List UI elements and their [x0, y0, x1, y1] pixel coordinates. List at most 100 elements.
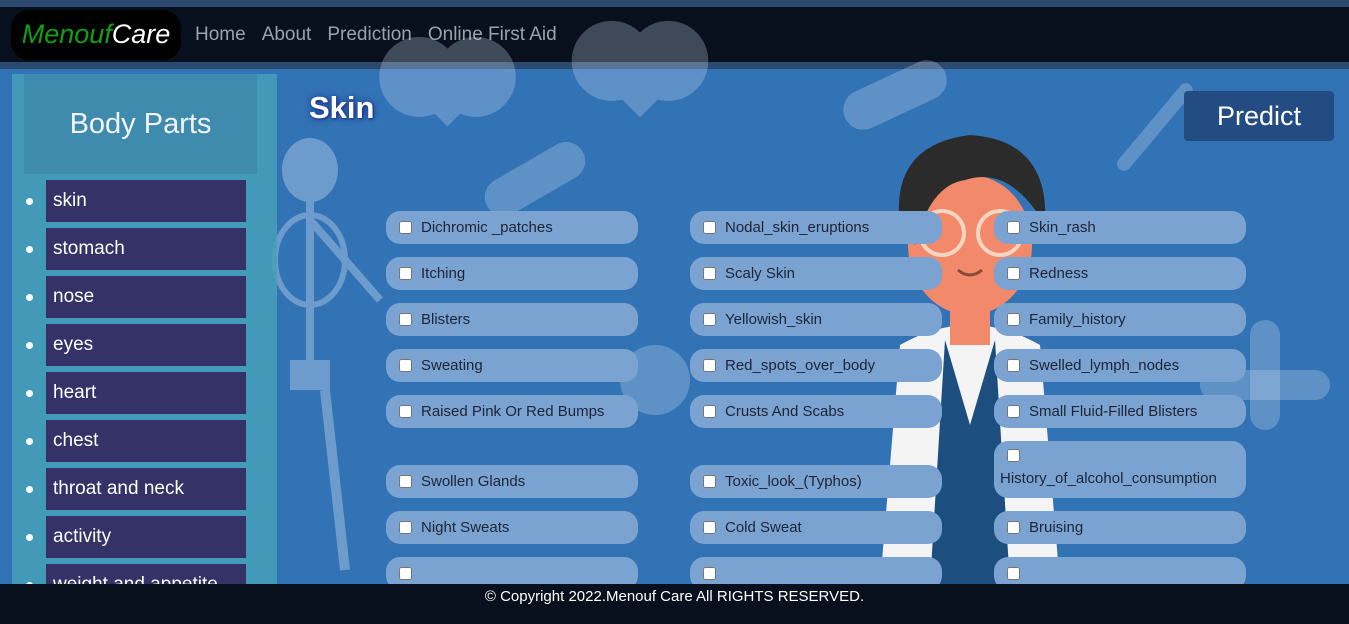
symptom-option[interactable]: Bruising — [994, 511, 1246, 544]
symptom-checkbox[interactable] — [1007, 405, 1020, 418]
symptom-checkbox[interactable] — [399, 405, 412, 418]
symptom-checkbox[interactable] — [703, 475, 716, 488]
symptom-label: Raised Pink Or Red Bumps — [421, 403, 605, 420]
bullet-icon — [26, 341, 33, 349]
body-part-throat-and-neck[interactable]: throat and neck — [46, 468, 246, 510]
bullet-icon — [26, 197, 33, 205]
copyright-text: © Copyright 2022.Menouf Care All RIGHTS … — [484, 588, 865, 605]
symptom-checkbox[interactable] — [399, 475, 412, 488]
symptom-option[interactable]: Toxic_look_(Typhos) — [690, 465, 942, 498]
symptom-checkbox[interactable] — [1007, 359, 1020, 372]
bullet-icon — [26, 245, 33, 253]
nav-links: Home About Prediction Online First Aid — [195, 24, 573, 46]
body-part-item: stomach — [12, 225, 277, 273]
body-part-activity[interactable]: activity — [46, 516, 246, 558]
symptom-checkbox[interactable] — [1007, 313, 1020, 326]
symptom-label: Night Sweats — [421, 519, 510, 536]
symptom-label: Skin_rash — [1029, 219, 1096, 236]
symptom-checkbox[interactable] — [399, 359, 412, 372]
body-part-chest[interactable]: chest — [46, 420, 246, 462]
symptom-option[interactable]: Skin_rash — [994, 211, 1246, 244]
symptom-checkbox[interactable] — [399, 521, 412, 534]
symptom-option[interactable]: Nodal_skin_eruptions — [690, 211, 942, 244]
symptom-option[interactable]: Scaly Skin — [690, 257, 942, 290]
body-part-nose[interactable]: nose — [46, 276, 246, 318]
symptom-checkbox[interactable] — [1007, 567, 1020, 580]
brand-part2: Care — [111, 19, 171, 49]
symptom-checkbox[interactable] — [399, 567, 412, 580]
symptom-checkbox[interactable] — [703, 313, 716, 326]
body-parts-sidebar: Body Parts skin stomach nose eyes heart … — [12, 74, 277, 584]
symptom-checkbox[interactable] — [703, 359, 716, 372]
symptom-checkbox[interactable] — [399, 267, 412, 280]
body-part-item: nose — [12, 273, 277, 321]
predict-button[interactable]: Predict — [1184, 91, 1334, 141]
symptom-option[interactable]: Family_history — [994, 303, 1246, 336]
symptom-option[interactable]: Redness — [994, 257, 1246, 290]
symptom-option[interactable]: Small Fluid-Filled Blisters — [994, 395, 1246, 428]
symptom-label: Sweating — [421, 357, 483, 374]
cross-heart-decoration — [597, 32, 683, 118]
nav-home[interactable]: Home — [195, 24, 246, 46]
symptom-checkbox[interactable] — [1007, 521, 1020, 534]
bullet-icon — [26, 485, 33, 493]
symptom-checkbox[interactable] — [703, 567, 716, 580]
symptom-option[interactable]: Raised Pink Or Red Bumps — [386, 395, 638, 428]
sidebar-header: Body Parts — [24, 74, 257, 174]
symptom-label: Dichromic _patches — [421, 219, 553, 236]
symptom-label: Itching — [421, 265, 466, 282]
heartbeat-heart-decoration — [408, 48, 487, 127]
symptom-checkbox[interactable] — [703, 521, 716, 534]
symptom-label: Bruising — [1029, 519, 1084, 536]
symptom-label: Crusts And Scabs — [725, 403, 845, 420]
body-part-skin[interactable]: skin — [46, 180, 246, 222]
body-part-weight-and-appetite[interactable]: weight and appetite — [46, 564, 246, 584]
body-part-item: throat and neck — [12, 465, 277, 513]
bullet-icon — [26, 533, 33, 541]
symptom-option[interactable]: Crusts And Scabs — [690, 395, 942, 428]
symptom-label: Blisters — [421, 311, 471, 328]
symptom-label: Scaly Skin — [725, 265, 796, 282]
symptom-option[interactable]: Swelled_lymph_nodes — [994, 349, 1246, 382]
body-part-eyes[interactable]: eyes — [46, 324, 246, 366]
sidebar-title: Body Parts — [69, 107, 212, 140]
symptom-checkbox[interactable] — [703, 267, 716, 280]
bullet-icon — [26, 293, 33, 301]
symptom-checkbox[interactable] — [1007, 449, 1020, 462]
symptom-option[interactable]: History_of_alcohol_consumption — [994, 441, 1246, 498]
symptom-option[interactable]: Dichromic _patches — [386, 211, 638, 244]
symptom-option[interactable]: Red_spots_over_body — [690, 349, 942, 382]
symptom-checkbox[interactable] — [703, 405, 716, 418]
symptom-option[interactable]: Yellowish_skin — [690, 303, 942, 336]
body-parts-list: skin stomach nose eyes heart chest throa… — [12, 177, 277, 584]
body-part-item: weight and appetite — [12, 561, 277, 584]
symptom-label: Redness — [1029, 265, 1089, 282]
symptom-label: History_of_alcohol_consumption — [1000, 470, 1217, 487]
brand-logo[interactable]: Menouf Care — [11, 9, 181, 60]
nav-about[interactable]: About — [262, 24, 312, 46]
bullet-icon — [26, 437, 33, 445]
bullet-icon — [26, 389, 33, 397]
symptom-label: Yellowish_skin — [725, 311, 823, 328]
body-part-heart[interactable]: heart — [46, 372, 246, 414]
symptom-label: Toxic_look_(Typhos) — [725, 473, 862, 490]
body-part-item: skin — [12, 177, 277, 225]
symptom-checkbox[interactable] — [1007, 267, 1020, 280]
symptom-checkbox[interactable] — [399, 313, 412, 326]
symptom-option[interactable]: Itching — [386, 257, 638, 290]
body-part-item: heart — [12, 369, 277, 417]
symptom-label: Swelled_lymph_nodes — [1029, 357, 1180, 374]
symptom-checkbox[interactable] — [399, 221, 412, 234]
top-strip — [0, 0, 1349, 7]
symptom-option[interactable]: Swollen Glands — [386, 465, 638, 498]
body-part-stomach[interactable]: stomach — [46, 228, 246, 270]
symptom-option[interactable]: Sweating — [386, 349, 638, 382]
symptom-checkbox[interactable] — [1007, 221, 1020, 234]
symptom-option[interactable]: Night Sweats — [386, 511, 638, 544]
symptom-option[interactable]: Blisters — [386, 303, 638, 336]
symptom-label: Cold Sweat — [725, 519, 802, 536]
symptom-label: Nodal_skin_eruptions — [725, 219, 870, 236]
symptom-checkbox[interactable] — [703, 221, 716, 234]
symptom-option[interactable]: Cold Sweat — [690, 511, 942, 544]
symptom-label: Small Fluid-Filled Blisters — [1029, 403, 1198, 420]
